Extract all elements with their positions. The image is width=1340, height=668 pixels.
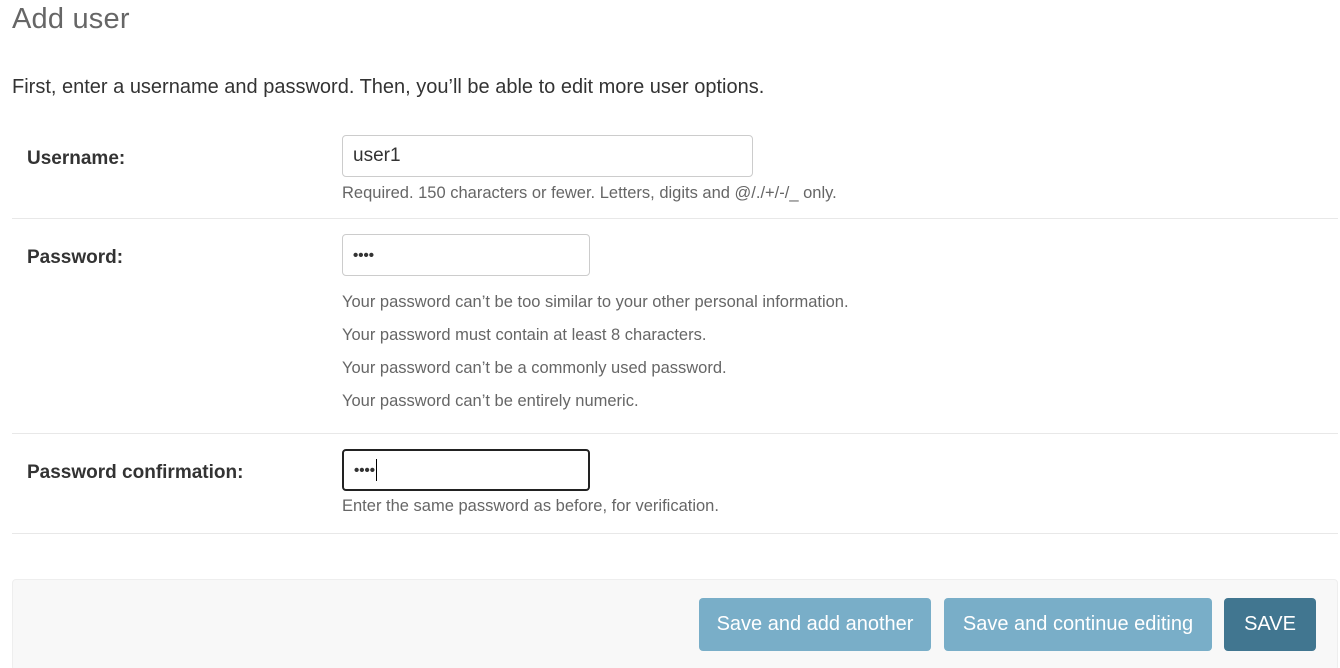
username-input[interactable]: user1 bbox=[342, 135, 753, 177]
password-row: Password: •••• Your password can’t be to… bbox=[12, 219, 1338, 434]
password-help-item: Your password can’t be a commonly used p… bbox=[342, 359, 727, 377]
username-label: Username: bbox=[27, 148, 126, 169]
password-confirmation-label: Password confirmation: bbox=[27, 462, 244, 483]
submit-row: Save and add another Save and continue e… bbox=[12, 579, 1338, 668]
password-help-list: Your password can’t be too similar to yo… bbox=[342, 292, 849, 424]
username-row: Username: user1 Required. 150 characters… bbox=[12, 124, 1338, 219]
username-value: user1 bbox=[353, 145, 401, 166]
text-caret bbox=[376, 459, 378, 481]
password-help-item: Your password can’t be entirely numeric. bbox=[342, 392, 639, 410]
password-confirmation-row: Password confirmation: •••• Enter the sa… bbox=[12, 434, 1338, 534]
password-help-item: Your password can’t be too similar to yo… bbox=[342, 293, 849, 311]
add-user-page: Add user First, enter a username and pas… bbox=[0, 0, 1340, 668]
page-title: Add user bbox=[12, 3, 130, 35]
password-input[interactable]: •••• bbox=[342, 234, 590, 276]
save-and-continue-editing-button[interactable]: Save and continue editing bbox=[944, 598, 1212, 651]
save-button[interactable]: SAVE bbox=[1224, 598, 1316, 651]
password-help-item: Your password must contain at least 8 ch… bbox=[342, 326, 707, 344]
password-confirmation-input[interactable]: •••• bbox=[342, 449, 590, 491]
username-help-text: Required. 150 characters or fewer. Lette… bbox=[342, 184, 837, 202]
intro-text: First, enter a username and password. Th… bbox=[12, 76, 765, 98]
password-confirmation-masked-value: •••• bbox=[354, 461, 376, 479]
password-confirmation-help-text: Enter the same password as before, for v… bbox=[342, 497, 719, 515]
password-masked-value: •••• bbox=[353, 246, 375, 264]
password-label: Password: bbox=[27, 247, 124, 268]
save-and-add-another-button[interactable]: Save and add another bbox=[699, 598, 931, 651]
